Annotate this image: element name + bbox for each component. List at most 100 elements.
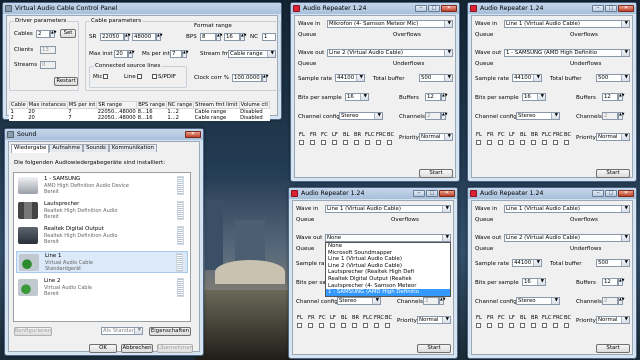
- start-button[interactable]: Start: [417, 344, 451, 353]
- channels-spinner[interactable]: ▲▼: [618, 112, 625, 120]
- buffers-input[interactable]: 12: [602, 278, 618, 286]
- close-button[interactable]: ✕: [618, 5, 634, 12]
- channel-checkbox[interactable]: [354, 140, 359, 145]
- channel-checkbox[interactable]: [352, 323, 357, 328]
- channel-checkbox[interactable]: [542, 140, 547, 145]
- channel-checkbox[interactable]: [531, 323, 536, 328]
- channel-checkbox[interactable]: [564, 140, 569, 145]
- channel-checkbox[interactable]: [319, 323, 324, 328]
- channel-checkbox[interactable]: [553, 323, 558, 328]
- channel-checkbox[interactable]: [332, 140, 337, 145]
- dropdown-option[interactable]: Microsoft Soundmapper: [326, 250, 450, 257]
- buffers-spinner[interactable]: ▲▼: [618, 93, 625, 101]
- close-button[interactable]: ✕: [185, 131, 201, 138]
- channel-checkbox[interactable]: [310, 140, 315, 145]
- bps-to-spinner[interactable]: ▲▼: [240, 33, 247, 41]
- wave-in-select[interactable]: Mikrofon (4- Samson Meteor Mic) ▼: [327, 20, 453, 28]
- close-button[interactable]: ✕: [618, 190, 634, 197]
- tab-kommunikation[interactable]: Kommunikation: [108, 144, 157, 152]
- mic-checkbox[interactable]: Mic: [93, 74, 109, 80]
- list-item[interactable]: Line 1 Virtual Audio Cable Standardgerät: [16, 251, 188, 273]
- channel-checkbox[interactable]: [542, 323, 547, 328]
- list-item[interactable]: Realtek Digital Output Realtek High Defi…: [16, 225, 188, 247]
- apply-button[interactable]: Übernehmen: [157, 344, 193, 353]
- repeater-title-bar[interactable]: Audio Repeater 1.24 ‒ □ ✕: [289, 188, 457, 199]
- tab-wiedergabe[interactable]: Wiedergabe: [11, 144, 50, 153]
- wave-out-select[interactable]: 1 - SAMSUNG (AMD High Definitio ▼: [504, 49, 630, 57]
- minimize-button[interactable]: ‒: [592, 5, 604, 12]
- total-buffer-select[interactable]: 500 ▼: [596, 74, 630, 82]
- priority-select[interactable]: Normal ▼: [596, 316, 630, 324]
- channel-checkbox[interactable]: [487, 323, 492, 328]
- ok-button[interactable]: OK: [89, 344, 117, 353]
- channel-checkbox[interactable]: [308, 323, 313, 328]
- dropdown-option[interactable]: Lautsprecher (4- Samson Meteor: [326, 283, 450, 290]
- bps-to-input[interactable]: 16: [224, 33, 240, 41]
- maximize-button[interactable]: □: [426, 190, 438, 197]
- dropdown-option[interactable]: Lautsprecher (Realtek High Defi: [326, 269, 450, 276]
- column-header[interactable]: Volume ctl: [238, 101, 270, 109]
- start-button[interactable]: Start: [596, 344, 630, 353]
- channel-checkbox[interactable]: [531, 140, 536, 145]
- buffers-input[interactable]: 12: [425, 93, 441, 101]
- minimize-button[interactable]: ‒: [415, 5, 427, 12]
- channel-config-select[interactable]: Stereo ▼: [337, 297, 381, 305]
- list-item[interactable]: Lautsprecher Realtek High Definition Aud…: [16, 200, 188, 222]
- channels-spinner[interactable]: ▲▼: [618, 297, 625, 305]
- channel-checkbox[interactable]: [476, 323, 481, 328]
- table-row[interactable]: 2 20 7 22050...48000 8...16 1...2 Cable range D…: [10, 115, 270, 121]
- channel-config-select[interactable]: Stereo ▼: [516, 297, 560, 305]
- channel-checkbox[interactable]: [341, 323, 346, 328]
- channel-checkbox[interactable]: [520, 140, 525, 145]
- start-button[interactable]: Start: [419, 169, 453, 178]
- maximize-button[interactable]: □: [428, 5, 440, 12]
- channel-config-select[interactable]: Stereo ▼: [516, 112, 560, 120]
- channel-checkbox[interactable]: [385, 323, 390, 328]
- channel-checkbox[interactable]: [553, 140, 558, 145]
- dropdown-option[interactable]: Line 1 (Virtual Audio Cable): [326, 256, 450, 263]
- channels-spinner[interactable]: ▲▼: [441, 112, 448, 120]
- set-button[interactable]: Set: [60, 29, 76, 38]
- dropdown-option[interactable]: Realtek Digital Output (Realtek: [326, 276, 450, 283]
- cables-input[interactable]: 2: [36, 30, 50, 38]
- channel-checkbox[interactable]: [374, 323, 379, 328]
- repeater-title-bar[interactable]: Audio Repeater 1.24 ‒ □ ✕: [468, 188, 636, 199]
- list-item[interactable]: 1 - SAMSUNG AMD High Definition Audio De…: [16, 175, 188, 197]
- sr-from-spinner[interactable]: ▲▼: [124, 33, 131, 41]
- channel-checkbox[interactable]: [476, 140, 481, 145]
- list-item[interactable]: Line 2 Virtual Audio Cable Bereit: [16, 277, 188, 299]
- tab-sounds[interactable]: Sounds: [83, 144, 109, 152]
- repeater-title-bar[interactable]: Audio Repeater 1.24 ‒ □ ✕: [291, 3, 459, 14]
- priority-select[interactable]: Normal ▼: [417, 316, 451, 324]
- repeater-title-bar[interactable]: Audio Repeater 1.24 ‒ □ ✕: [468, 3, 636, 14]
- channels-input[interactable]: 2: [602, 112, 618, 120]
- dropdown-option[interactable]: None: [326, 243, 450, 250]
- priority-select[interactable]: Normal ▼: [419, 133, 453, 141]
- bits-per-sample-select[interactable]: 16 ▼: [522, 93, 546, 101]
- cancel-button[interactable]: Abbrechen: [121, 344, 153, 353]
- channel-checkbox[interactable]: [330, 323, 335, 328]
- set-default-button[interactable]: Als Standard ▼: [101, 327, 143, 335]
- dropdown-option[interactable]: 1 - SAMSUNG (AMD High Definitio: [326, 289, 450, 296]
- sample-rate-select[interactable]: 44100 ▼: [512, 259, 542, 267]
- restart-button[interactable]: Restart: [54, 77, 78, 86]
- priority-select[interactable]: Normal ▼: [596, 133, 630, 141]
- channel-checkbox[interactable]: [564, 323, 569, 328]
- bps-from-input[interactable]: 8: [200, 33, 216, 41]
- channel-checkbox[interactable]: [520, 323, 525, 328]
- column-header[interactable]: Max instances: [26, 101, 68, 109]
- minimize-button[interactable]: ‒: [413, 190, 425, 197]
- start-button[interactable]: Start: [596, 169, 630, 178]
- vac-title-bar[interactable]: Virtual Audio Cable Control Panel: [3, 3, 281, 14]
- nc-from-input[interactable]: 1: [262, 33, 276, 41]
- configure-button[interactable]: Konfigurieren: [14, 327, 52, 336]
- close-button[interactable]: ✕: [439, 190, 455, 197]
- buffers-spinner[interactable]: ▲▼: [441, 93, 448, 101]
- channels-input[interactable]: 2: [423, 297, 439, 305]
- ms-per-int-spinner[interactable]: ▲▼: [182, 50, 189, 58]
- channels-input[interactable]: 2: [425, 112, 441, 120]
- line-checkbox[interactable]: Line: [124, 74, 142, 80]
- channel-checkbox[interactable]: [376, 140, 381, 145]
- column-header[interactable]: Stream fmt limit: [193, 101, 240, 109]
- clock-corr-spinner[interactable]: ▲▼: [262, 74, 269, 82]
